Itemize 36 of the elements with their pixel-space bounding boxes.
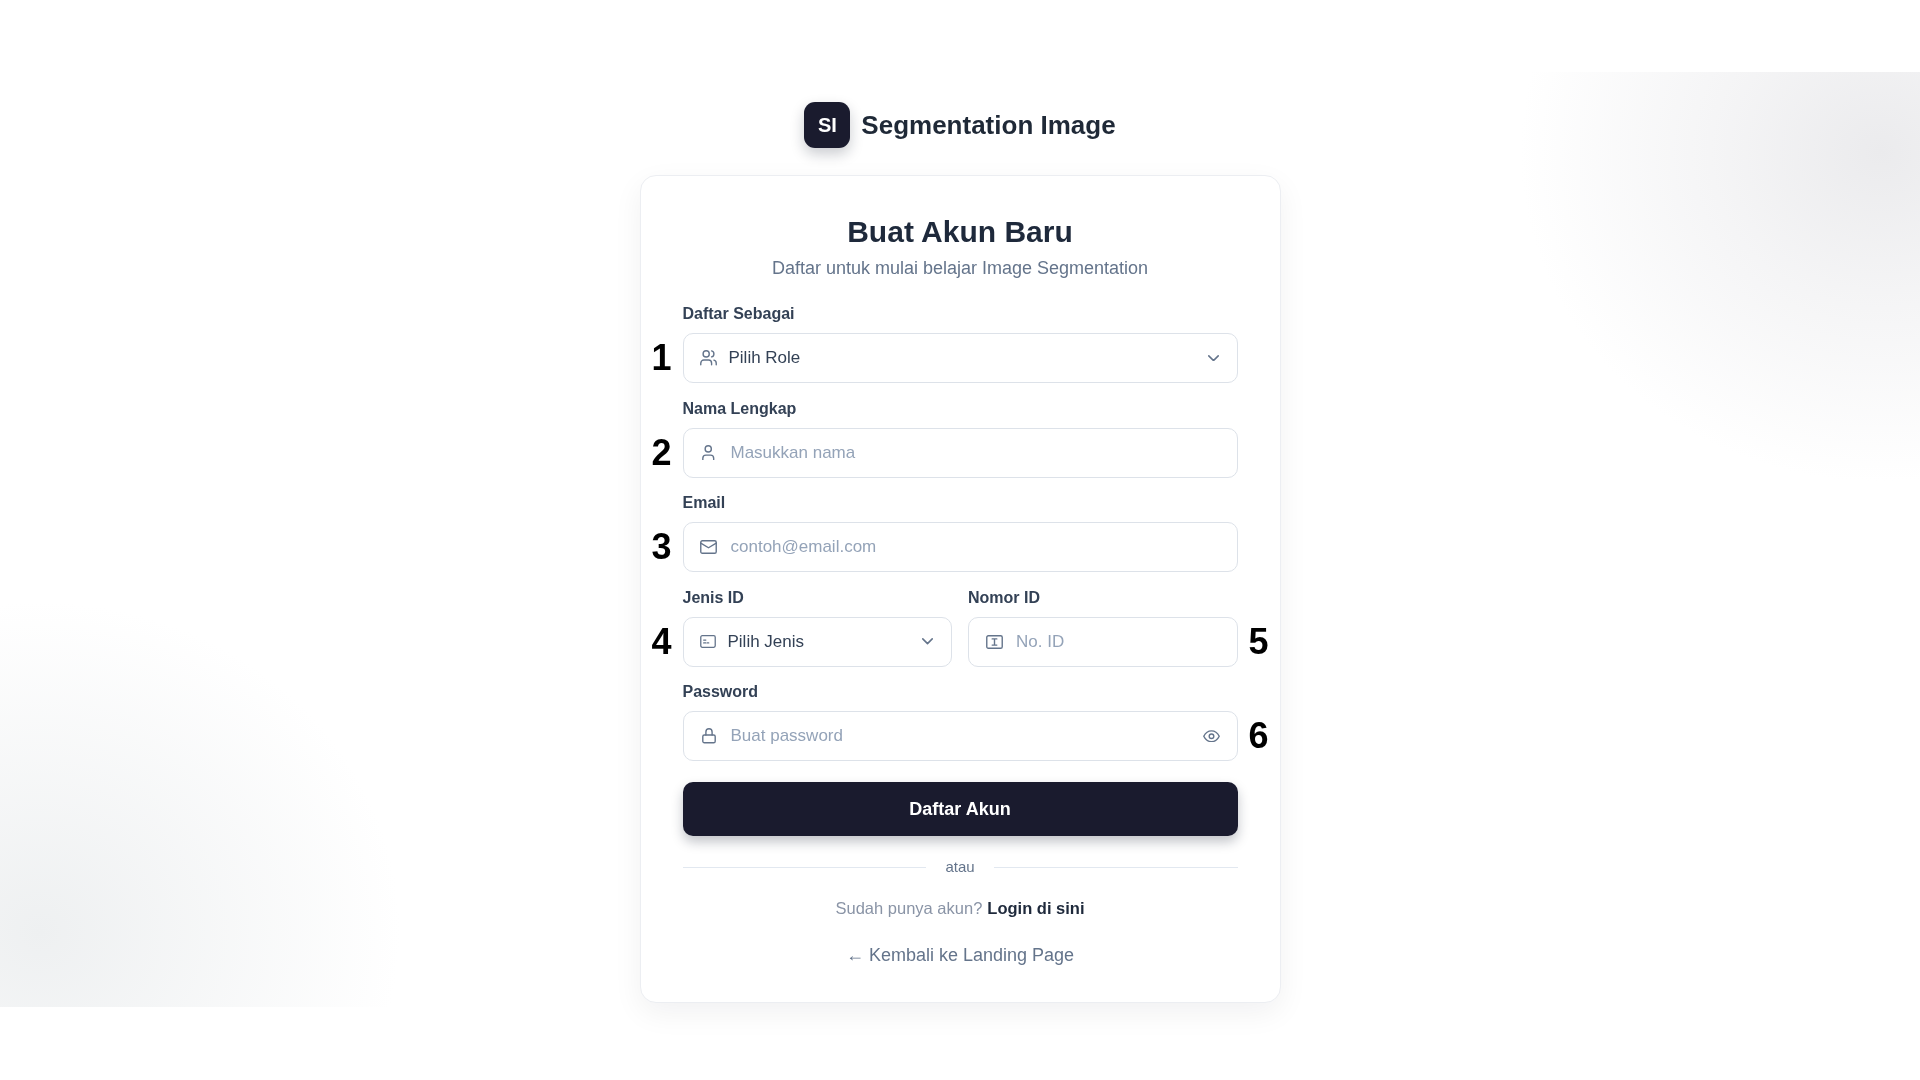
- password-input[interactable]: Buat password: [682, 711, 1238, 761]
- annotation-number: 2: [651, 434, 672, 471]
- field-label: Nomor ID: [968, 587, 1040, 608]
- field-label: Password: [682, 682, 759, 702]
- annotation-number: 5: [1248, 623, 1269, 660]
- login-link[interactable]: Login di sini: [987, 899, 1085, 917]
- divider-label: atau: [945, 857, 975, 877]
- field-label: Nama Lengkap: [682, 398, 797, 419]
- form-subtitle: Daftar untuk mulai belajar Image Segmentation: [770, 257, 1150, 280]
- register-button[interactable]: Daftar Akun: [682, 782, 1238, 836]
- app-title: Segmentation Image: [861, 109, 1116, 141]
- login-prompt: Sudah punya akun? Login di sini: [834, 898, 1086, 919]
- user-icon: [702, 444, 715, 461]
- role-dropdown[interactable]: Pilih Role: [682, 333, 1238, 383]
- chevron-down-icon: [1207, 354, 1219, 362]
- mail-icon: [700, 540, 717, 554]
- annotation-number: 1: [651, 340, 672, 376]
- form-title: Buat Akun Baru: [846, 214, 1074, 250]
- id-number-input[interactable]: No. ID: [968, 616, 1238, 667]
- id-type-dropdown[interactable]: Pilih Jenis: [682, 616, 952, 667]
- field-label: Email: [682, 493, 726, 513]
- annotation-number: 4: [651, 623, 672, 660]
- card-icon: [985, 634, 1003, 649]
- card-icon: [699, 635, 716, 648]
- lock-icon: [701, 728, 716, 744]
- back-link[interactable]: ← Kembali ke Landing Page: [845, 943, 1075, 967]
- app-logo: SI: [804, 102, 851, 148]
- eye-icon[interactable]: [1202, 729, 1220, 743]
- users-icon: [699, 350, 717, 366]
- annotation-number: 6: [1248, 718, 1269, 754]
- field-label: Daftar Sebagai: [682, 304, 795, 324]
- chevron-down-icon: [922, 638, 933, 645]
- full-name-input[interactable]: Masukkan nama: [682, 427, 1238, 478]
- email-input[interactable]: contoh@email.com: [682, 522, 1238, 572]
- field-label: Jenis ID: [682, 587, 744, 608]
- annotation-number: 3: [651, 529, 672, 565]
